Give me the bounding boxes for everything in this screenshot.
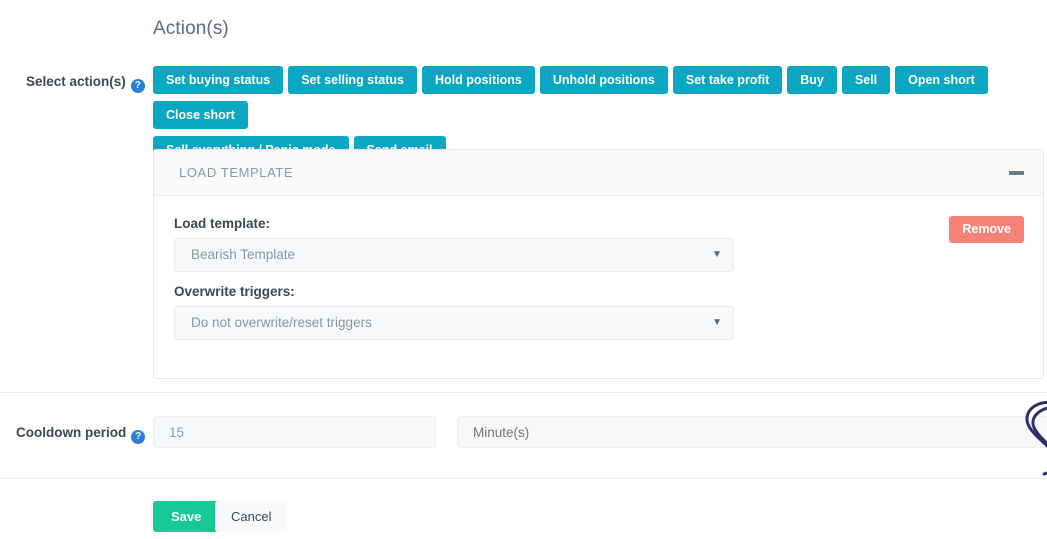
action-button-set-buying-status[interactable]: Set buying status xyxy=(153,66,284,94)
remove-button[interactable]: Remove xyxy=(949,216,1024,243)
load-template-panel: LOAD TEMPLATE Load template: Bearish Tem… xyxy=(153,149,1044,379)
overwrite-triggers-field-label: Overwrite triggers: xyxy=(174,284,295,299)
cooldown-period-label: Cooldown period? xyxy=(16,425,146,444)
action-button-close-short[interactable]: Close short xyxy=(153,101,248,129)
cooldown-value-input[interactable] xyxy=(153,416,436,448)
save-button[interactable]: Save xyxy=(153,501,220,532)
action-button-unhold-positions[interactable]: Unhold positions xyxy=(539,66,668,94)
load-template-select-value: Bearish Template xyxy=(191,247,296,262)
action-settings-page: Action(s) Select action(s)? Set buying s… xyxy=(0,0,1047,539)
load-template-form: Load template: Bearish Template ▼ Overwr… xyxy=(174,216,754,340)
minus-icon[interactable] xyxy=(1009,170,1024,175)
load-template-panel-body: Load template: Bearish Template ▼ Overwr… xyxy=(154,196,1043,378)
action-button-hold-positions[interactable]: Hold positions xyxy=(422,66,535,94)
cooldown-period-label-text: Cooldown period xyxy=(16,425,127,440)
select-actions-label: Select action(s)? xyxy=(26,74,145,93)
page-title: Action(s) xyxy=(153,18,229,39)
chevron-down-icon: ▼ xyxy=(712,249,722,260)
overwrite-triggers-select-value: Do not overwrite/reset triggers xyxy=(191,315,372,330)
load-template-panel-title: LOAD TEMPLATE xyxy=(179,165,294,180)
select-actions-label-text: Select action(s) xyxy=(26,74,126,89)
action-button-set-take-profit[interactable]: Set take profit xyxy=(672,66,783,94)
action-button-buy[interactable]: Buy xyxy=(787,66,837,94)
action-button-set-selling-status[interactable]: Set selling status xyxy=(288,66,417,94)
chevron-down-icon: ▼ xyxy=(712,317,722,328)
overwrite-triggers-select[interactable]: Do not overwrite/reset triggers ▼ xyxy=(174,306,734,340)
help-circle-icon[interactable]: ? xyxy=(131,430,146,444)
action-button-open-short[interactable]: Open short xyxy=(895,66,988,94)
cancel-button[interactable]: Cancel xyxy=(215,501,288,532)
section-divider-bottom xyxy=(0,478,1047,479)
load-template-select[interactable]: Bearish Template ▼ xyxy=(174,238,734,272)
load-template-panel-header: LOAD TEMPLATE xyxy=(154,150,1043,196)
action-button-sell[interactable]: Sell xyxy=(841,66,891,94)
section-divider-top xyxy=(0,392,1047,393)
help-circle-icon[interactable]: ? xyxy=(130,79,145,93)
load-template-field-label: Load template: xyxy=(174,216,271,231)
cooldown-unit-input[interactable] xyxy=(457,416,1047,448)
